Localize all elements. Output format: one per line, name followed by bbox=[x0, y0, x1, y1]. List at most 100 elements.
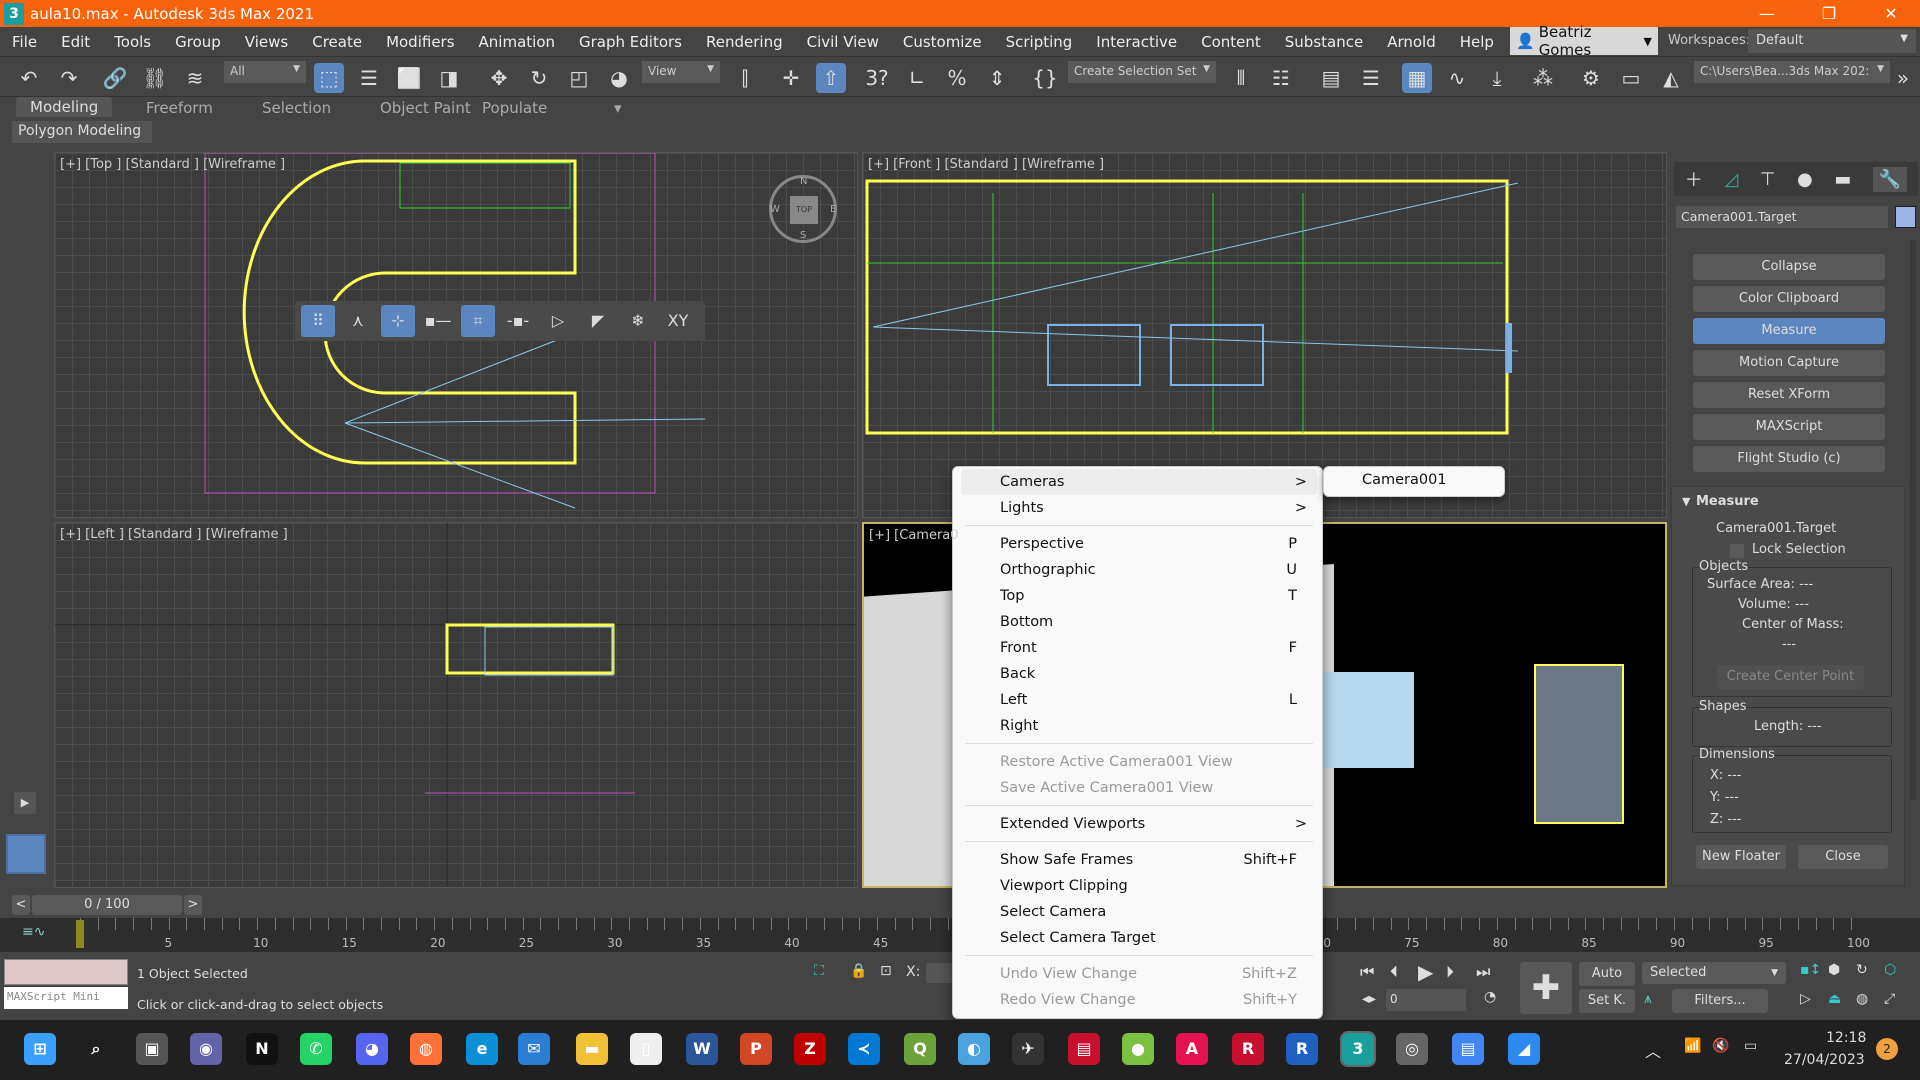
search-icon[interactable]: ⌕ bbox=[80, 1033, 112, 1065]
isolate-selection-icon[interactable]: ⛶ bbox=[814, 963, 824, 979]
window-crossing-icon[interactable]: ◨ bbox=[434, 63, 464, 93]
menu-civil-view[interactable]: Civil View bbox=[795, 33, 891, 51]
qgis-icon[interactable]: Q bbox=[904, 1033, 936, 1065]
menu-customize[interactable]: Customize bbox=[891, 33, 994, 51]
show-hidden-icons-chevron-icon[interactable]: ︿ bbox=[1645, 1038, 1661, 1062]
menu-help[interactable]: Help bbox=[1448, 33, 1506, 51]
utilities-tab-icon[interactable]: 🔧 bbox=[1872, 166, 1908, 192]
select-by-name-icon[interactable]: ☰ bbox=[354, 63, 384, 93]
rotate-icon[interactable]: ↻ bbox=[524, 63, 554, 93]
align-icon[interactable]: ☷ bbox=[1266, 63, 1296, 93]
default-tangents-icon[interactable]: ⩚ bbox=[1644, 991, 1652, 1007]
menu-arnold[interactable]: Arnold bbox=[1375, 33, 1448, 51]
viewcube-top[interactable]: TOP bbox=[790, 196, 818, 224]
link-icon[interactable]: 🔗 bbox=[100, 63, 130, 93]
time-slider-thumb[interactable]: 0 / 100 bbox=[32, 895, 182, 915]
menu-item-orthographic[interactable]: Orthographic U bbox=[961, 557, 1317, 583]
new-floater-button[interactable]: New Floater bbox=[1696, 845, 1786, 869]
place-icon[interactable]: ◕ bbox=[604, 63, 634, 93]
mirror-icon[interactable]: ⫴ bbox=[1226, 63, 1256, 93]
menu-modifiers[interactable]: Modifiers bbox=[374, 33, 466, 51]
pivot-center-icon[interactable]: ⫿ bbox=[730, 63, 760, 93]
go-to-end-icon[interactable]: ⏭ bbox=[1476, 962, 1490, 982]
snap-grid-points-icon[interactable]: ⠿ bbox=[301, 305, 335, 337]
key-filter-dropdown[interactable]: Selected ▼ bbox=[1642, 962, 1786, 984]
move-icon[interactable]: ✥ bbox=[484, 63, 514, 93]
menu-animation[interactable]: Animation bbox=[467, 33, 567, 51]
menu-item-lights[interactable]: Lights > bbox=[961, 495, 1317, 521]
maxscript-listener-output[interactable] bbox=[4, 959, 128, 985]
edit-named-selection-icon[interactable]: {} bbox=[1030, 63, 1060, 93]
menu-views[interactable]: Views bbox=[233, 33, 300, 51]
snap-freeze-icon[interactable]: ❄ bbox=[621, 305, 655, 337]
pdf-icon[interactable]: ▤ bbox=[1068, 1033, 1100, 1065]
globe-app-icon[interactable]: ◐ bbox=[958, 1033, 990, 1065]
mail-icon[interactable]: ✉ bbox=[518, 1033, 550, 1065]
reference-coordinate-dropdown[interactable]: View ▼ bbox=[642, 61, 720, 83]
set-key-button[interactable]: Set K. bbox=[1579, 989, 1635, 1013]
snap-xy-axis-icon[interactable]: XY bbox=[661, 305, 695, 337]
snap-pivot-icon[interactable]: ⋏ bbox=[341, 305, 375, 337]
motion-tab-icon[interactable]: ● bbox=[1797, 169, 1813, 190]
go-to-start-icon[interactable]: ⏮ bbox=[1360, 962, 1374, 982]
project-folder-dropdown[interactable]: C:\Users\Bea...3ds Max 202: ▼ bbox=[1694, 61, 1890, 83]
menu-item-bottom[interactable]: Bottom bbox=[961, 609, 1317, 635]
set-key-big-button[interactable]: ✚ bbox=[1520, 962, 1572, 1014]
toolbar-overflow-icon[interactable]: » bbox=[1888, 63, 1918, 93]
file-explorer-icon[interactable]: ▬ bbox=[576, 1033, 608, 1065]
next-frame-icon[interactable]: ⏵ bbox=[1446, 962, 1454, 982]
menu-item-extended-viewports[interactable]: Extended Viewports > bbox=[961, 811, 1317, 837]
clock-time[interactable]: 12:18 bbox=[1826, 1030, 1866, 1046]
maximize-viewport-icon[interactable]: ⤢ bbox=[1884, 991, 1895, 1007]
expand-layouts-icon[interactable]: ▶ bbox=[14, 792, 36, 814]
ribbon-tab-object-paint[interactable]: Object Paint bbox=[380, 99, 471, 117]
windows-start-icon[interactable]: ⊞ bbox=[24, 1033, 56, 1065]
truck-camera-icon[interactable]: ⏏ bbox=[1828, 991, 1841, 1007]
teams-chat-icon[interactable]: ◉ bbox=[190, 1033, 222, 1065]
key-filters-button[interactable]: Filters... bbox=[1672, 989, 1768, 1013]
key-mode-toggle-icon[interactable]: ◂▸ bbox=[1362, 991, 1376, 1007]
menu-item-select-camera[interactable]: Select Camera bbox=[961, 899, 1317, 925]
menu-interactive[interactable]: Interactive bbox=[1084, 33, 1189, 51]
menu-tools[interactable]: Tools bbox=[102, 33, 163, 51]
menu-item-right[interactable]: Right bbox=[961, 713, 1317, 739]
green-app-icon[interactable]: ● bbox=[1122, 1033, 1154, 1065]
menu-item-viewport-clipping[interactable]: Viewport Clipping bbox=[961, 873, 1317, 899]
menu-item-back[interactable]: Back bbox=[961, 661, 1317, 687]
viewport-layout-icon[interactable] bbox=[6, 834, 46, 874]
render-production-icon[interactable]: ◭ bbox=[1656, 63, 1686, 93]
utility-button-motion-capture[interactable]: Motion Capture bbox=[1693, 350, 1885, 376]
layer-explorer-icon[interactable]: ☰ bbox=[1356, 63, 1386, 93]
menu-item-top[interactable]: Top T bbox=[961, 583, 1317, 609]
current-frame-marker[interactable] bbox=[76, 920, 84, 948]
play-icon[interactable]: ▶ bbox=[1418, 960, 1433, 984]
snap-midpoint-icon[interactable]: -▪- bbox=[501, 305, 535, 337]
notepad-icon[interactable]: ▯ bbox=[630, 1033, 662, 1065]
angle-snap-icon[interactable]: ∟ bbox=[902, 63, 932, 93]
orbit-camera-icon[interactable]: ◍ bbox=[1856, 991, 1868, 1007]
ribbon-tab-selection[interactable]: Selection bbox=[262, 99, 331, 117]
snap-perpendicular-icon[interactable]: ⌗ bbox=[461, 305, 495, 337]
viewport-left[interactable]: [+] [Left ] [Standard ] [Wireframe ] bbox=[54, 522, 858, 888]
time-configuration-icon[interactable]: ◔ bbox=[1484, 989, 1496, 1005]
undo-icon[interactable]: ↶ bbox=[14, 63, 44, 93]
snap-endpoint-icon[interactable]: ▪— bbox=[421, 305, 455, 337]
prev-frame-button[interactable]: < bbox=[12, 895, 30, 915]
snap-edge-icon[interactable]: ▷ bbox=[541, 305, 575, 337]
measure-rollout-title[interactable]: Measure bbox=[1696, 494, 1759, 509]
menu-scripting[interactable]: Scripting bbox=[994, 33, 1085, 51]
menu-item-front[interactable]: Front F bbox=[961, 635, 1317, 661]
restore-button[interactable]: ❐ bbox=[1800, 0, 1858, 27]
volume-muted-icon[interactable]: 🔇 bbox=[1712, 1038, 1729, 1054]
named-selection-set-dropdown[interactable]: Create Selection Set ▼ bbox=[1068, 61, 1216, 83]
modify-tab-icon[interactable]: ◿ bbox=[1724, 169, 1738, 190]
menu-edit[interactable]: Edit bbox=[49, 33, 102, 51]
auto-key-button[interactable]: Auto bbox=[1579, 962, 1635, 986]
ribbon-toggle-icon[interactable]: ▦ bbox=[1402, 63, 1432, 93]
maxscript-mini-input[interactable]: MAXScript Mini bbox=[4, 987, 128, 1009]
menu-graph-editors[interactable]: Graph Editors bbox=[567, 33, 694, 51]
snap-face-icon[interactable]: ◤ bbox=[581, 305, 615, 337]
select-manipulate-icon[interactable]: ✛ bbox=[776, 63, 806, 93]
workspace-select[interactable]: Default ▼ bbox=[1748, 29, 1916, 53]
keyboard-shortcut-override-icon[interactable]: ⇧ bbox=[816, 63, 846, 93]
